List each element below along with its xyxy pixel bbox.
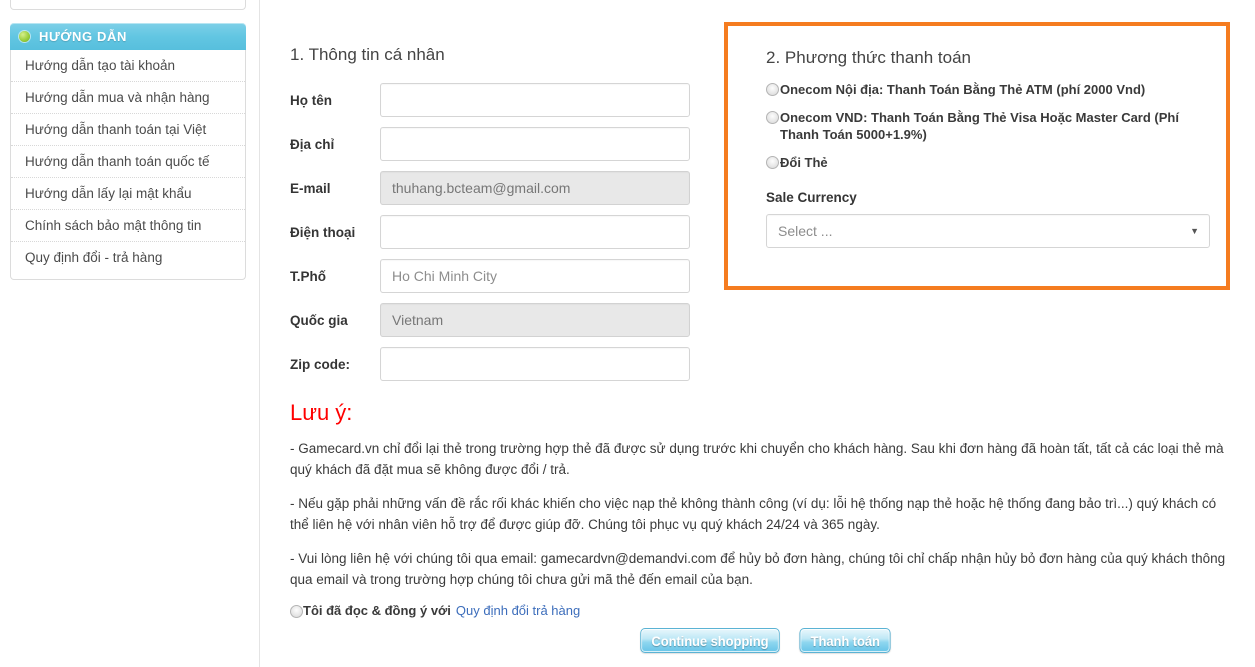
notes-heading: Lưu ý: <box>290 400 353 425</box>
fullname-input[interactable] <box>380 83 690 117</box>
continue-shopping-button[interactable]: Continue shopping <box>640 628 780 653</box>
sidebar-item-payment-vietnam[interactable]: Hướng dẫn thanh toán tại Việt <box>11 114 245 146</box>
note-paragraph: - Nếu gặp phải những vấn đề rắc rối khác… <box>290 496 1217 532</box>
sidebar-item-password-recovery[interactable]: Hướng dẫn lấy lại mật khẩu <box>11 178 245 210</box>
sidebar-item-return-policy[interactable]: Quy định đổi - trả hàng <box>11 242 245 273</box>
sale-currency-selected-value: Select ... <box>778 223 833 239</box>
email-label: E-mail <box>290 180 331 196</box>
sidebar-item-privacy-policy[interactable]: Chính sách bảo mật thông tin <box>11 210 245 242</box>
checkout-button[interactable]: Thanh toán <box>799 628 892 653</box>
checkout-page: HƯỚNG DẪN Hướng dẫn tạo tài khoản Hướng … <box>0 0 1255 667</box>
radio-icon[interactable] <box>290 605 303 618</box>
agreement-label: Tôi đã đọc & đồng ý với <box>303 603 451 618</box>
address-label: Địa chỉ <box>290 136 335 152</box>
payment-option-label: Onecom VND: Thanh Toán Bằng Thẻ Visa Hoặ… <box>780 110 1179 142</box>
column-divider <box>259 0 260 667</box>
payment-method-section: 2. Phương thức thanh toán Onecom Nội địa… <box>724 22 1230 290</box>
payment-option-onecom-domestic[interactable]: Onecom Nội địa: Thanh Toán Bằng Thẻ ATM … <box>766 81 1202 98</box>
field-row: Địa chỉ <box>290 127 690 161</box>
payment-option-card-exchange[interactable]: Đổi Thẻ <box>766 154 1202 171</box>
phone-label: Điện thoại <box>290 224 356 240</box>
personal-info-title: 1. Thông tin cá nhân <box>290 45 445 64</box>
notes-section: Lưu ý: - Gamecard.vn chỉ đổi lại thẻ tro… <box>290 400 1235 618</box>
zipcode-label: Zip code: <box>290 356 350 372</box>
field-row: Điện thoại <box>290 215 690 249</box>
radio-icon[interactable] <box>766 83 779 96</box>
radio-icon[interactable] <box>766 156 779 169</box>
green-dot-icon <box>19 31 30 42</box>
radio-icon[interactable] <box>766 111 779 124</box>
city-label: T.Phố <box>290 268 326 284</box>
country-input <box>380 303 690 337</box>
field-row: Zip code: <box>290 347 690 381</box>
agreement-row[interactable]: Tôi đã đọc & đồng ý với Quy định đổi trả… <box>290 603 1235 618</box>
field-row: T.Phố <box>290 259 690 293</box>
city-input[interactable] <box>380 259 690 293</box>
sidebar-item-payment-international[interactable]: Hướng dẫn thanh toán quốc tế <box>11 146 245 178</box>
zipcode-input[interactable] <box>380 347 690 381</box>
sidebar-item-create-account[interactable]: Hướng dẫn tạo tài khoản <box>11 50 245 82</box>
address-input[interactable] <box>380 127 690 161</box>
field-row: Quốc gia <box>290 303 690 337</box>
phone-input[interactable] <box>380 215 690 249</box>
sidebar-guide-list: Hướng dẫn tạo tài khoản Hướng dẫn mua và… <box>10 50 246 280</box>
sidebar-panel-above-stub <box>10 0 246 10</box>
payment-option-label: Đổi Thẻ <box>780 155 828 170</box>
email-input <box>380 171 690 205</box>
payment-method-title: 2. Phương thức thanh toán <box>766 48 971 67</box>
fullname-label: Họ tên <box>290 92 332 108</box>
country-label: Quốc gia <box>290 312 348 328</box>
action-buttons: Continue shopping Thanh toán <box>290 628 1240 653</box>
sidebar-item-buy-and-receive[interactable]: Hướng dẫn mua và nhận hàng <box>11 82 245 114</box>
sidebar-guide-header: HƯỚNG DẪN <box>10 23 246 50</box>
sale-currency-select[interactable]: Select ... ▼ <box>766 214 1210 248</box>
return-policy-link[interactable]: Quy định đổi trả hàng <box>456 603 580 618</box>
sale-currency-label: Sale Currency <box>766 190 857 205</box>
sidebar-guide-title: HƯỚNG DẪN <box>39 29 127 44</box>
payment-option-onecom-vnd[interactable]: Onecom VND: Thanh Toán Bằng Thẻ Visa Hoặ… <box>766 109 1202 143</box>
field-row: Họ tên <box>290 83 690 117</box>
note-paragraph: - Vui lòng liên hệ với chúng tôi qua ema… <box>290 551 1226 587</box>
note-paragraph: - Gamecard.vn chỉ đổi lại thẻ trong trườ… <box>290 441 1224 477</box>
sidebar: HƯỚNG DẪN Hướng dẫn tạo tài khoản Hướng … <box>10 0 246 280</box>
payment-option-label: Onecom Nội địa: Thanh Toán Bằng Thẻ ATM … <box>780 82 1146 97</box>
field-row: E-mail <box>290 171 690 205</box>
personal-info-section: 1. Thông tin cá nhân Họ tên Địa chỉ E-ma… <box>290 45 690 391</box>
sidebar-guide-panel: HƯỚNG DẪN Hướng dẫn tạo tài khoản Hướng … <box>10 23 246 280</box>
chevron-down-icon[interactable]: ▼ <box>1190 226 1199 236</box>
